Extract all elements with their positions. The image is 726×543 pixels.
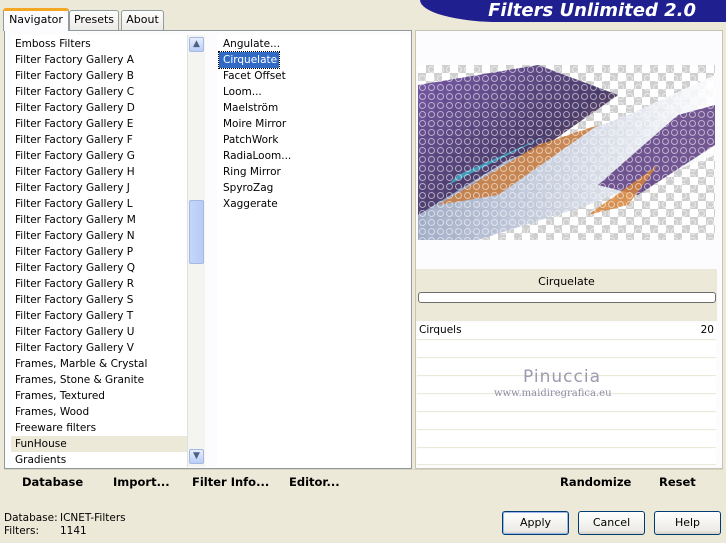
category-item[interactable]: Emboss Filters: [11, 36, 187, 52]
category-item[interactable]: Filter Factory Gallery D: [11, 100, 187, 116]
tab-label: Presets: [73, 13, 115, 26]
database-label: Database:: [4, 512, 58, 524]
randomize-button[interactable]: Randomize: [560, 475, 631, 489]
apply-button[interactable]: Apply: [502, 511, 569, 535]
param-row-empty: [417, 431, 716, 448]
filters-count-value: 1141: [60, 525, 87, 537]
filter-item[interactable]: Maelström: [219, 100, 280, 116]
param-row-empty: [417, 449, 716, 465]
preview-filter-name: Cirquelate: [538, 275, 595, 288]
filter-item[interactable]: Angulate...: [219, 36, 282, 52]
category-item[interactable]: Filter Factory Gallery L: [11, 196, 187, 212]
category-item[interactable]: FunHouse: [11, 436, 187, 452]
category-item[interactable]: Filter Factory Gallery M: [11, 212, 187, 228]
database-value: ICNET-Filters: [60, 512, 126, 524]
filter-item[interactable]: Xaggerate: [219, 196, 280, 212]
filter-list[interactable]: Angulate... Cirquelate Facet Offset Loom...…: [217, 35, 410, 467]
param-label: Cirquels: [419, 324, 462, 336]
tab-label: Navigator: [9, 13, 63, 26]
apply-label: Apply: [519, 516, 552, 529]
category-item[interactable]: Filter Factory Gallery E: [11, 116, 187, 132]
category-item[interactable]: Filter Factory Gallery B: [11, 68, 187, 84]
scroll-thumb[interactable]: [189, 200, 204, 264]
filters-count-label: Filters:: [4, 525, 40, 537]
editor-button[interactable]: Editor...: [289, 475, 340, 489]
filter-item[interactable]: Ring Mirror: [219, 164, 283, 180]
category-item[interactable]: Filter Factory Gallery F: [11, 132, 187, 148]
category-item[interactable]: Filter Factory Gallery S: [11, 292, 187, 308]
category-item[interactable]: Filter Factory Gallery J: [11, 180, 187, 196]
filter-item[interactable]: RadiaLoom...: [219, 148, 293, 164]
category-item[interactable]: Frames, Marble & Crystal: [11, 356, 187, 372]
category-item[interactable]: Filter Factory Gallery G: [11, 148, 187, 164]
category-list[interactable]: Emboss Filters Filter Factory Gallery A Fi…: [11, 35, 187, 467]
category-item[interactable]: Filter Factory Gallery N: [11, 228, 187, 244]
category-item[interactable]: Filter Factory Gallery Q: [11, 260, 187, 276]
filter-item[interactable]: Loom...: [219, 84, 264, 100]
filter-item[interactable]: Facet Offset: [219, 68, 288, 84]
tab-about[interactable]: About: [121, 10, 164, 30]
category-item[interactable]: Filter Factory Gallery H: [11, 164, 187, 180]
param-row[interactable]: Cirquels 20: [417, 323, 716, 340]
scroll-up-button[interactable]: ▲: [189, 37, 204, 52]
app-title: Filters Unlimited 2.0: [488, 0, 696, 21]
import-button[interactable]: Import...: [113, 475, 170, 489]
reset-button[interactable]: Reset: [659, 475, 696, 489]
filter-item[interactable]: Cirquelate: [217, 51, 281, 69]
cancel-button[interactable]: Cancel: [578, 511, 645, 535]
filter-item[interactable]: PatchWork: [219, 132, 280, 148]
help-button[interactable]: Help: [654, 511, 721, 535]
filter-item[interactable]: Moire Mirror: [219, 116, 288, 132]
param-row-empty: [417, 413, 716, 430]
watermark-site: www.maidiregrafica.eu: [494, 388, 612, 399]
tab-label: About: [126, 13, 159, 26]
category-scrollbar[interactable]: ▲ ▼: [187, 35, 205, 467]
category-item[interactable]: Filter Factory Gallery U: [11, 324, 187, 340]
category-item[interactable]: Filter Factory Gallery V: [11, 340, 187, 356]
category-item[interactable]: Frames, Textured: [11, 388, 187, 404]
category-item[interactable]: Frames, Stone & Granite: [11, 372, 187, 388]
preview-artwork: [418, 65, 715, 240]
preview-image: [418, 65, 715, 240]
help-label: Help: [674, 516, 701, 529]
category-item[interactable]: Gradients: [11, 452, 187, 467]
category-item[interactable]: Filter Factory Gallery C: [11, 84, 187, 100]
filter-info-button[interactable]: Filter Info...: [192, 475, 269, 489]
category-item[interactable]: Filter Factory Gallery R: [11, 276, 187, 292]
category-item[interactable]: Freeware filters: [11, 420, 187, 436]
param-value: 20: [700, 324, 714, 336]
scroll-down-button[interactable]: ▼: [189, 449, 204, 464]
param-row-empty: [417, 341, 716, 358]
tab-navigator[interactable]: Navigator: [3, 8, 69, 31]
watermark-name: Pinuccia: [523, 367, 601, 387]
progress-bar: [418, 292, 716, 303]
app-title-banner: Filters Unlimited 2.0: [420, 0, 726, 22]
filter-item[interactable]: SpyroZag: [219, 180, 275, 196]
database-button[interactable]: Database: [22, 475, 83, 489]
category-item[interactable]: Frames, Wood: [11, 404, 187, 420]
cancel-label: Cancel: [592, 516, 631, 529]
category-item[interactable]: Filter Factory Gallery T: [11, 308, 187, 324]
tab-presets[interactable]: Presets: [69, 10, 119, 30]
category-item[interactable]: Filter Factory Gallery P: [11, 244, 187, 260]
category-item[interactable]: Filter Factory Gallery A: [11, 52, 187, 68]
